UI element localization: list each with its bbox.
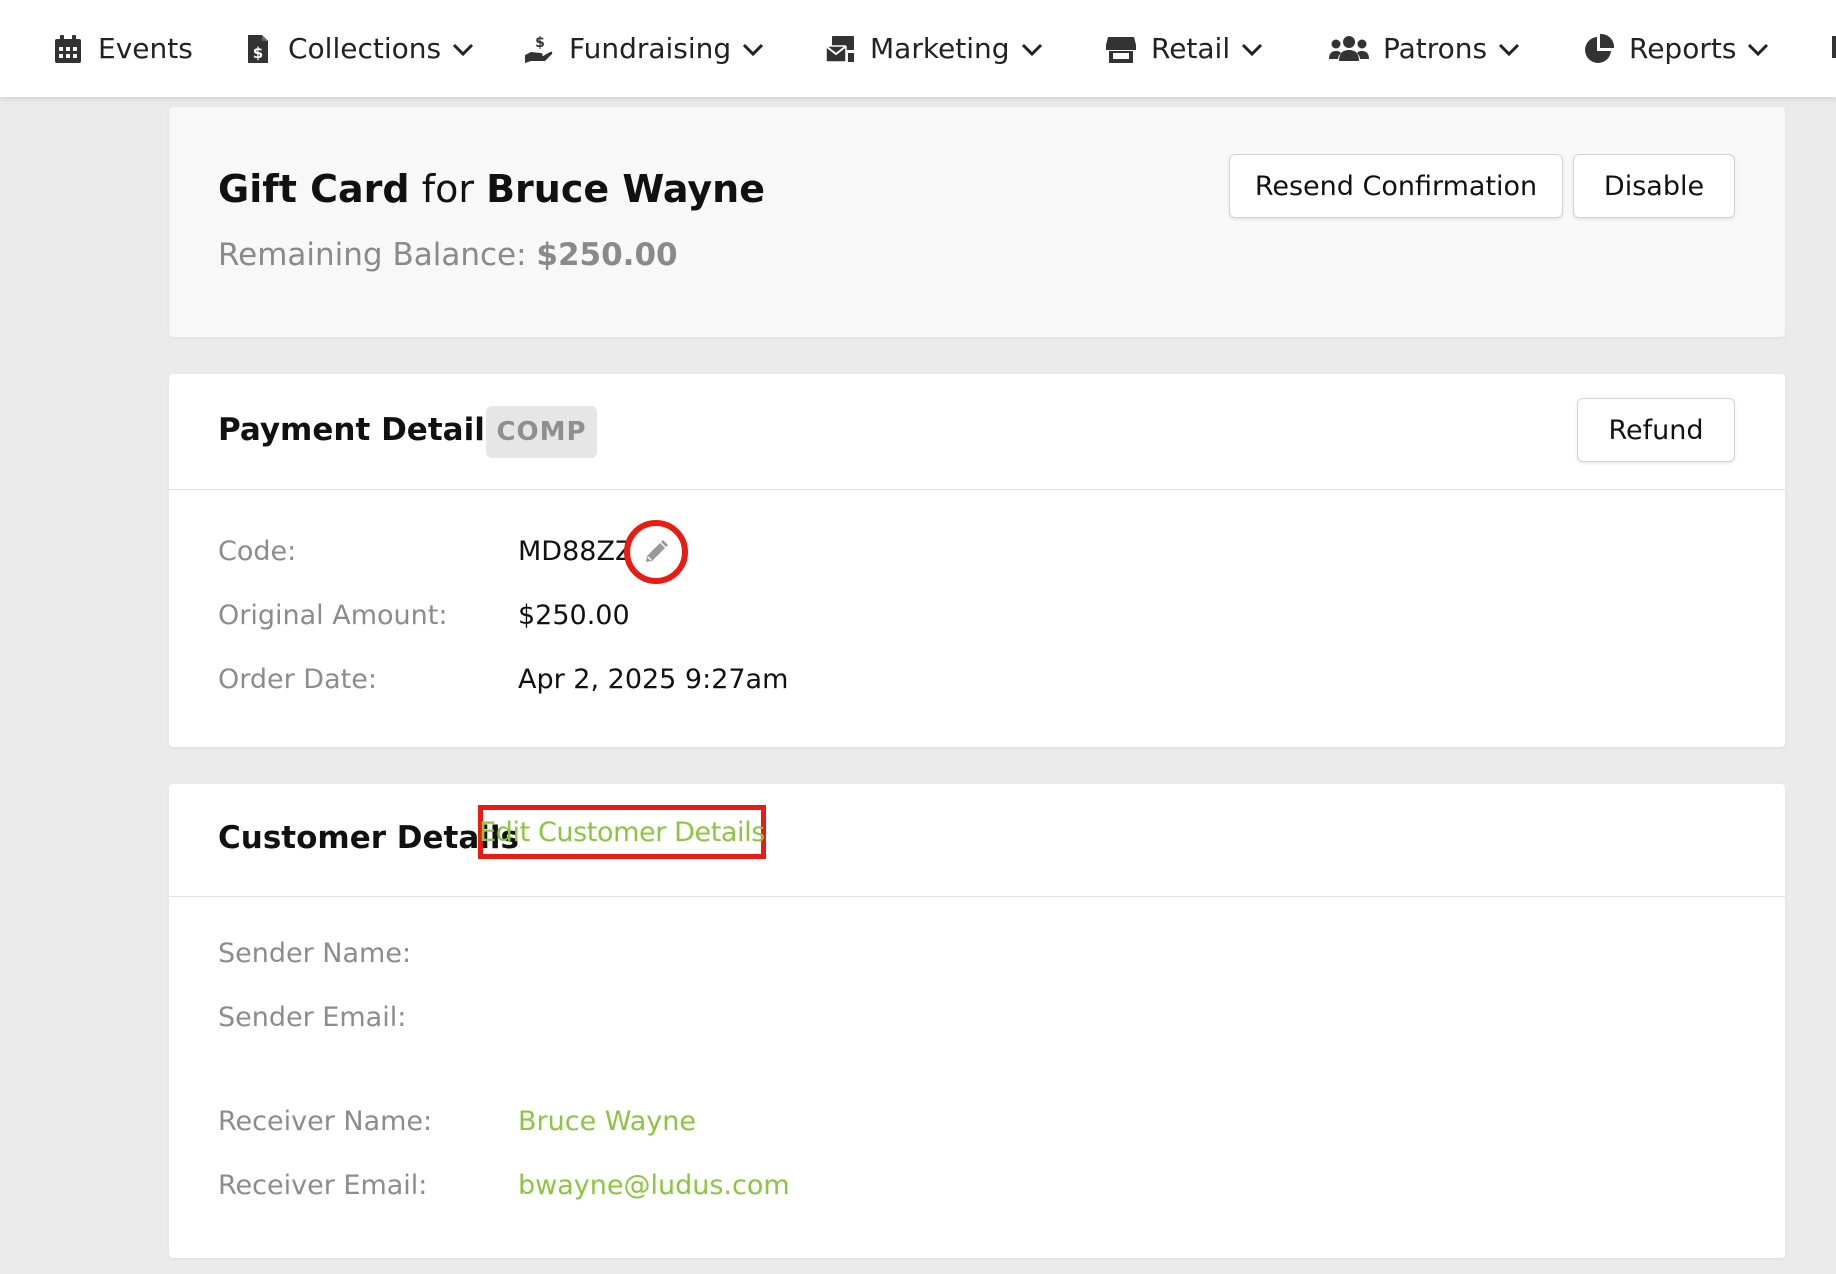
edit-code-button[interactable] xyxy=(624,520,688,584)
code-value: MD88ZZ xyxy=(518,536,634,567)
nav-item-marketing[interactable]: Marketing xyxy=(824,0,1044,97)
gift-card-type: Gift Card xyxy=(218,167,410,211)
payment-details-header: Payment Details COMP Refund xyxy=(169,374,1785,490)
edit-customer-details-link[interactable]: Edit Customer Details xyxy=(478,805,766,859)
sender-name-label: Sender Name: xyxy=(218,938,412,969)
top-nav: Events $ Collections $ Fundraising Marke… xyxy=(0,0,1836,97)
pie-chart-icon xyxy=(1585,33,1615,63)
nav-label: Collections xyxy=(288,32,442,65)
nav-item-events[interactable]: Events xyxy=(52,0,193,97)
receiver-name-label: Receiver Name: xyxy=(218,1106,433,1137)
nav-label: Retail xyxy=(1151,32,1231,65)
pencil-icon xyxy=(646,540,668,562)
chevron-down-icon xyxy=(1748,43,1769,56)
nav-overflow-indicator xyxy=(1832,36,1836,58)
chevron-down-icon xyxy=(743,43,764,56)
code-label: Code: xyxy=(218,536,297,567)
disable-button[interactable]: Disable xyxy=(1573,154,1735,218)
nav-item-reports[interactable]: Reports xyxy=(1583,0,1770,97)
users-icon xyxy=(1329,35,1369,61)
money-file-icon: $ xyxy=(248,34,268,63)
original-amount-value: $250.00 xyxy=(518,600,630,631)
chevron-down-icon xyxy=(1499,43,1520,56)
order-date-value: Apr 2, 2025 9:27am xyxy=(518,664,789,695)
refund-button[interactable]: Refund xyxy=(1577,398,1735,462)
customer-details-card: Customer Details Edit Customer Details S… xyxy=(169,784,1785,1258)
calendar-icon xyxy=(55,34,81,63)
customer-details-title: Customer Details xyxy=(218,820,519,856)
svg-text:$: $ xyxy=(253,44,263,62)
nav-item-collections[interactable]: $ Collections xyxy=(242,0,475,97)
nav-label: Reports xyxy=(1629,32,1737,65)
page-title: Gift Card for Bruce Wayne xyxy=(218,167,765,211)
gift-card-recipient: Bruce Wayne xyxy=(486,167,765,211)
resend-confirmation-button[interactable]: Resend Confirmation xyxy=(1229,154,1563,218)
payment-details-card: Payment Details COMP Refund Code: MD88ZZ… xyxy=(169,374,1785,747)
mail-bulk-icon xyxy=(825,35,854,63)
original-amount-label: Original Amount: xyxy=(218,600,448,631)
nav-label: Events xyxy=(98,32,193,65)
donate-hand-icon: $ xyxy=(525,35,553,63)
nav-label: Fundraising xyxy=(569,32,732,65)
nav-label: Marketing xyxy=(870,32,1010,65)
chevron-down-icon xyxy=(1021,43,1042,56)
payment-type-badge: COMP xyxy=(486,406,597,458)
nav-item-fundraising[interactable]: $ Fundraising xyxy=(523,0,765,97)
remaining-balance: Remaining Balance: $250.00 xyxy=(218,237,678,273)
store-icon xyxy=(1106,36,1136,63)
chevron-down-icon xyxy=(1242,43,1263,56)
svg-text:$: $ xyxy=(535,35,545,51)
nav-label: Patrons xyxy=(1383,32,1488,65)
title-connector: for xyxy=(421,167,474,211)
receiver-email-link[interactable]: bwayne@ludus.com xyxy=(518,1170,790,1201)
balance-value: $250.00 xyxy=(536,237,678,273)
sender-email-label: Sender Email: xyxy=(218,1002,407,1033)
receiver-email-label: Receiver Email: xyxy=(218,1170,428,1201)
nav-item-retail[interactable]: Retail xyxy=(1105,0,1264,97)
nav-item-patrons[interactable]: Patrons xyxy=(1329,0,1521,97)
receiver-name-link[interactable]: Bruce Wayne xyxy=(518,1106,696,1137)
payment-details-title: Payment Details xyxy=(218,412,504,448)
chevron-down-icon xyxy=(453,43,474,56)
gift-card-header: Gift Card for Bruce Wayne Remaining Bala… xyxy=(169,107,1785,337)
order-date-label: Order Date: xyxy=(218,664,377,695)
customer-details-header: Customer Details Edit Customer Details xyxy=(169,784,1785,897)
balance-label: Remaining Balance: xyxy=(218,237,527,273)
